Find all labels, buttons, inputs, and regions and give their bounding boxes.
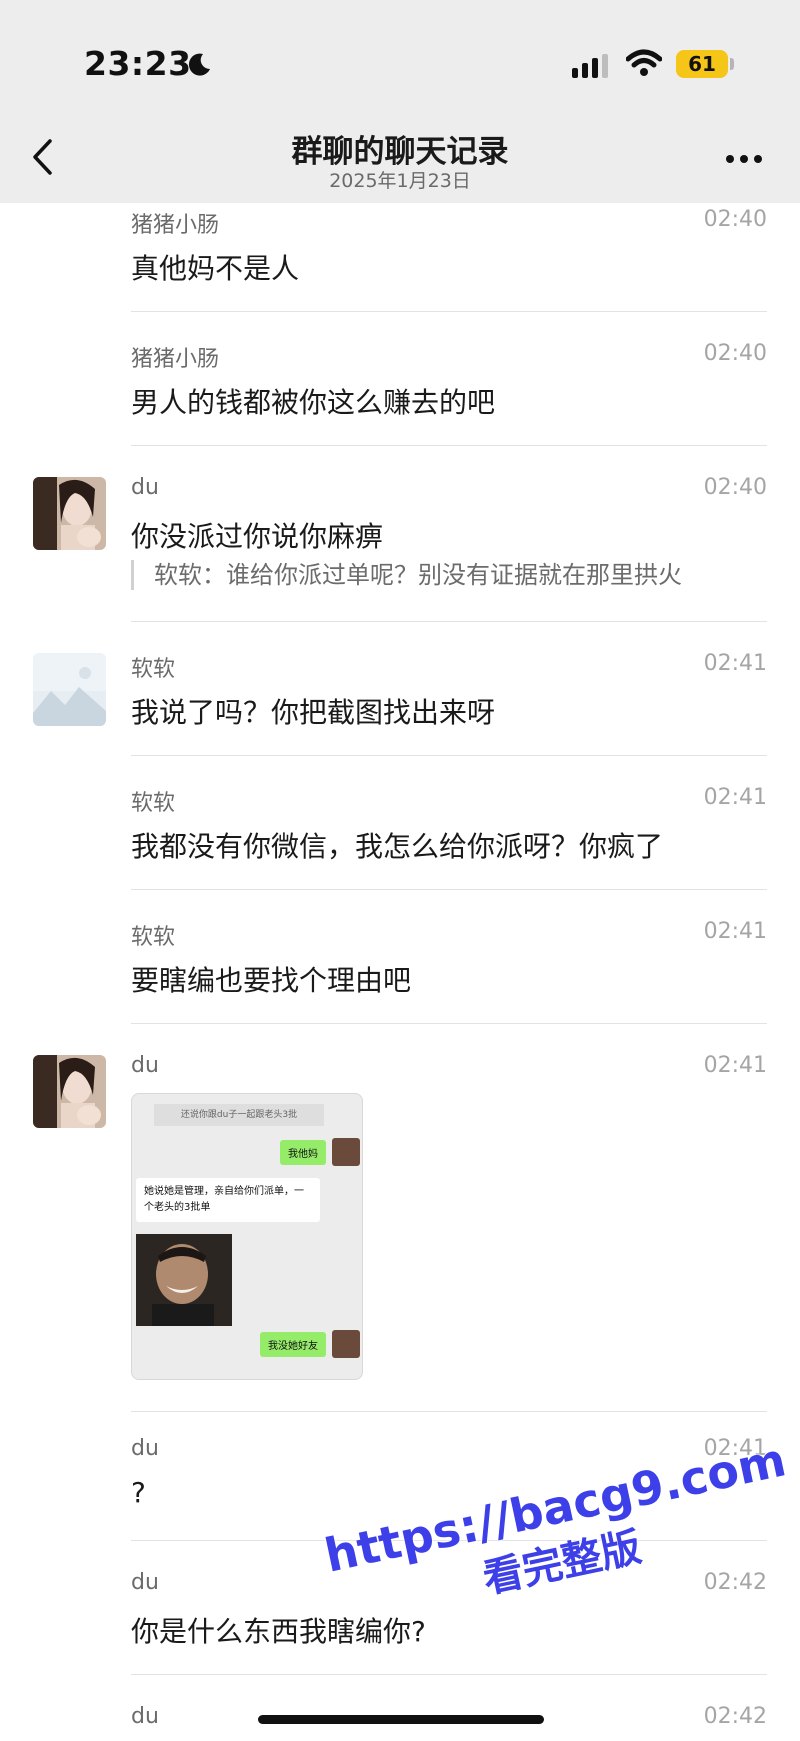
message-time: 02:41 — [703, 919, 767, 944]
message-text: 我都没有你微信，我怎么给你派呀？你疯了 — [131, 830, 664, 863]
home-indicator[interactable] — [258, 1715, 544, 1724]
image-attachment[interactable]: 还说你跟du子一起跟老头3批 我他妈 她说她是管理，亲自给你们派单，一个老头的3… — [131, 1093, 363, 1380]
divider — [131, 889, 767, 890]
message-sender: du — [131, 1704, 159, 1729]
message-time: 02:40 — [703, 207, 767, 232]
shot-green-bubble: 我没她好友 — [260, 1332, 326, 1357]
message-sender: du — [131, 1436, 159, 1461]
divider — [131, 1674, 767, 1675]
shot-white-bubble: 她说她是管理，亲自给你们派单，一个老头的3批单 — [136, 1178, 320, 1222]
message-item[interactable]: 软软 02:41 要瞎编也要找个理由吧 — [0, 915, 800, 1025]
message-sender: 猪猪小肠 — [131, 213, 220, 238]
message-text: 真他妈不是人 — [131, 252, 300, 285]
divider — [131, 755, 767, 756]
message-text: 要瞎编也要找个理由吧 — [131, 964, 412, 997]
message-time: 02:40 — [703, 475, 767, 500]
message-sender: du — [131, 1053, 159, 1078]
avatar[interactable] — [33, 1055, 106, 1128]
message-time: 02:40 — [703, 341, 767, 366]
shot-avatar — [332, 1138, 360, 1166]
message-text: 男人的钱都被你这么赚去的吧 — [131, 386, 496, 419]
message-sender: 软软 — [131, 657, 176, 682]
moon-icon — [188, 53, 210, 76]
message-sender: 软软 — [131, 925, 176, 950]
battery-cap — [730, 58, 734, 70]
battery-icon: 61 — [676, 50, 728, 78]
page-title: 群聊的聊天记录 — [291, 134, 509, 170]
signal-icon — [572, 54, 608, 78]
message-text: 我说了吗？你把截图找出来呀 — [131, 696, 496, 729]
message-sender: du — [131, 475, 159, 500]
nav-bar: 群聊的聊天记录 2025年1月23日 — [0, 110, 800, 203]
message-item[interactable]: du 02:40 你没派过你说你麻痹 软软：谁给你派过单呢？别没有证据就在那里拱… — [0, 471, 800, 623]
shot-avatar — [332, 1330, 360, 1358]
message-sender: 软软 — [131, 791, 176, 816]
avatar[interactable] — [33, 653, 106, 726]
message-time: 02:41 — [703, 785, 767, 810]
message-time: 02:42 — [703, 1570, 767, 1595]
message-item[interactable]: 猪猪小肠 02:40 男人的钱都被你这么赚去的吧 — [0, 337, 800, 447]
more-icon[interactable] — [726, 154, 762, 164]
message-sender: 猪猪小肠 — [131, 347, 220, 372]
divider — [131, 445, 767, 446]
page-subtitle: 2025年1月23日 — [329, 170, 471, 192]
shot-photo — [136, 1234, 232, 1326]
message-time: 02:42 — [703, 1704, 767, 1729]
status-time: 23:23 — [84, 44, 192, 83]
shot-system-text: 还说你跟du子一起跟老头3批 — [154, 1104, 324, 1126]
message-sender: du — [131, 1570, 159, 1595]
divider — [131, 1411, 767, 1412]
quoted-message: 软软：谁给你派过单呢？别没有证据就在那里拱火 — [131, 560, 682, 590]
message-time: 02:41 — [703, 651, 767, 676]
message-item[interactable]: du 02:41 还说你跟du子一起跟老头3批 我他妈 她说她是管理，亲自给你们… — [0, 1049, 800, 1413]
divider — [131, 1023, 767, 1024]
message-item[interactable]: 软软 02:41 我说了吗？你把截图找出来呀 — [0, 647, 800, 757]
wifi-icon — [626, 49, 662, 76]
divider — [131, 621, 767, 622]
message-item[interactable]: 软软 02:41 我都没有你微信，我怎么给你派呀？你疯了 — [0, 781, 800, 891]
divider — [131, 311, 767, 312]
status-bar: 23:23 61 — [0, 0, 800, 110]
avatar[interactable] — [33, 477, 106, 550]
message-time: 02:41 — [703, 1053, 767, 1078]
shot-green-bubble: 我他妈 — [280, 1140, 326, 1165]
message-text: ? — [131, 1476, 146, 1509]
message-item[interactable]: 猪猪小肠 02:40 真他妈不是人 — [0, 203, 800, 313]
message-text: 你没派过你说你麻痹 — [131, 520, 384, 553]
